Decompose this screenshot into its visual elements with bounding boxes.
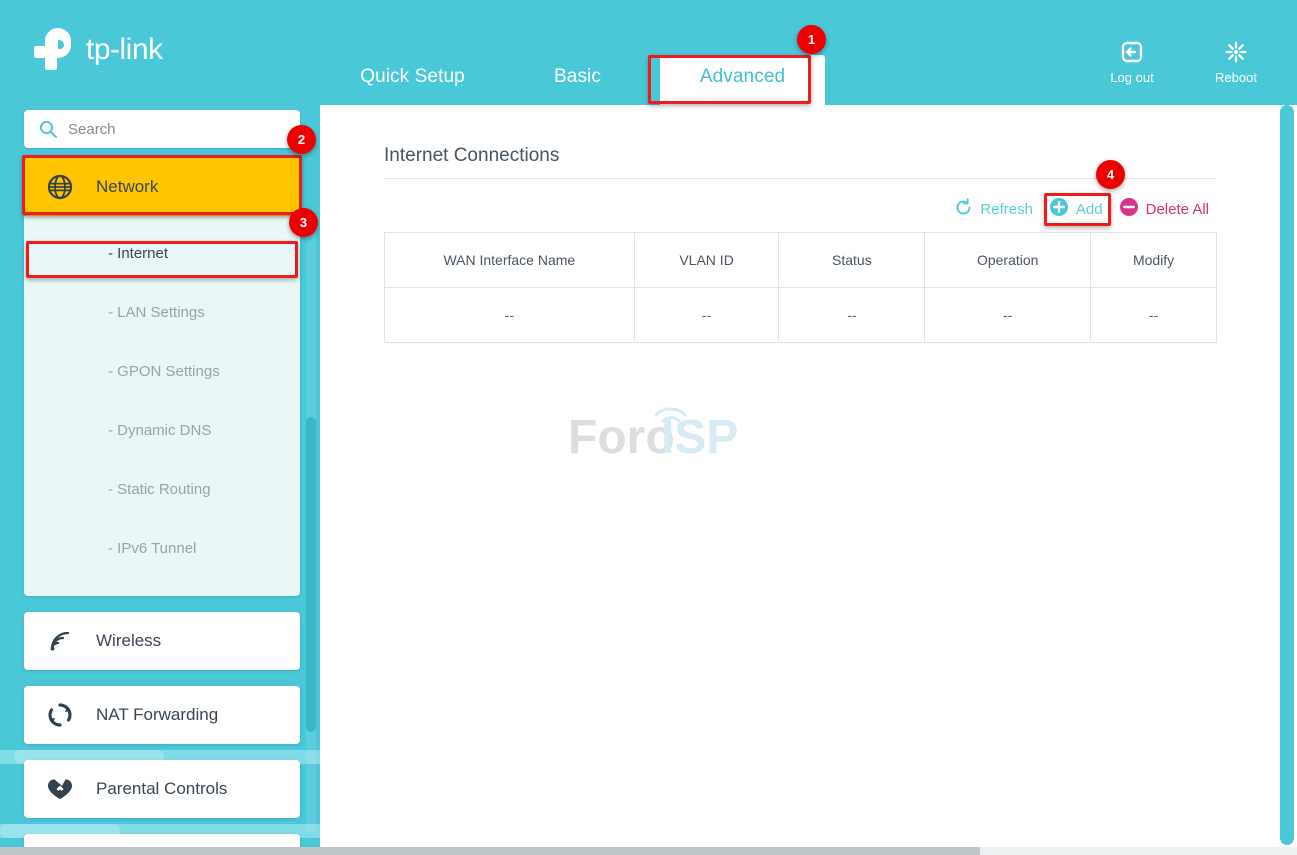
search-box[interactable] xyxy=(24,110,300,148)
sidebar-subitem-ipv6-tunnel-label: - IPv6 Tunnel xyxy=(108,540,196,557)
tab-basic[interactable]: Basic xyxy=(495,55,660,105)
logout-button[interactable]: Log out xyxy=(1101,38,1163,85)
column-header-wan-interface-name: WAN Interface Name xyxy=(385,233,635,288)
title-divider xyxy=(384,178,1217,179)
globe-icon xyxy=(24,174,96,200)
sidebar-item-parental-controls-label: Parental Controls xyxy=(96,779,227,799)
sidebar-subitem-gpon-settings-label: - GPON Settings xyxy=(108,363,220,380)
cell-status: -- xyxy=(779,288,925,343)
page-title: Internet Connections xyxy=(384,145,559,167)
cell-modify: -- xyxy=(1091,288,1217,343)
column-header-modify: Modify xyxy=(1091,233,1217,288)
sidebar-subitem-internet[interactable]: - Internet xyxy=(24,224,300,283)
logout-label: Log out xyxy=(1110,70,1153,85)
tab-advanced[interactable]: Advanced xyxy=(660,55,825,105)
logout-icon xyxy=(1119,38,1145,66)
minus-circle-icon xyxy=(1119,197,1139,221)
svg-text:tp-link: tp-link xyxy=(86,33,164,66)
page-hscrollbar-thumb[interactable] xyxy=(0,847,980,855)
svg-text:ISP: ISP xyxy=(661,411,738,464)
tab-basic-label: Basic xyxy=(554,66,601,87)
page-header: tp-link Quick Setup Basic Advanced xyxy=(0,0,1297,105)
sidebar-subitem-internet-label: - Internet xyxy=(108,245,168,262)
refresh-button[interactable]: Refresh xyxy=(946,196,1041,223)
table-head: WAN Interface Name VLAN ID Status Operat… xyxy=(385,233,1217,288)
tp-link-logo: tp-link xyxy=(28,26,208,72)
heart-icon xyxy=(24,776,96,802)
sidebar-subitem-gpon-settings[interactable]: - GPON Settings xyxy=(24,342,300,401)
table-header-row: WAN Interface Name VLAN ID Status Operat… xyxy=(385,233,1217,288)
search-input[interactable] xyxy=(68,121,268,138)
sidebar-subitem-ipv6-tunnel[interactable]: - IPv6 Tunnel xyxy=(24,519,300,578)
sidebar-scrollbar-thumb[interactable] xyxy=(306,417,316,732)
sidebar-subitem-static-routing-label: - Static Routing xyxy=(108,481,211,498)
reboot-label: Reboot xyxy=(1215,70,1257,85)
internet-connections-table: WAN Interface Name VLAN ID Status Operat… xyxy=(384,232,1217,343)
sidebar-item-wireless-label: Wireless xyxy=(96,631,161,651)
sidebar-subitem-dynamic-dns[interactable]: - Dynamic DNS xyxy=(24,401,300,460)
add-label: Add xyxy=(1076,201,1103,218)
delete-all-button[interactable]: Delete All xyxy=(1111,195,1217,223)
main-content: Internet Connections Refresh xyxy=(320,105,1277,850)
sidebar-menu: Network - Internet - LAN Settings - GPON… xyxy=(24,158,300,855)
table-row: -- -- -- -- -- xyxy=(385,288,1217,343)
column-header-status: Status xyxy=(779,233,925,288)
sidebar-submenu-network: - Internet - LAN Settings - GPON Setting… xyxy=(24,216,300,596)
add-button[interactable]: Add xyxy=(1041,195,1111,223)
sidebar-subitem-dynamic-dns-label: - Dynamic DNS xyxy=(108,422,211,439)
router-admin-page: tp-link Quick Setup Basic Advanced xyxy=(0,0,1297,855)
wifi-signal-icon xyxy=(24,628,96,654)
reboot-icon xyxy=(1223,38,1249,66)
refresh-icon xyxy=(954,198,973,221)
plus-circle-icon xyxy=(1049,197,1069,221)
sidebar-subitem-lan-settings-label: - LAN Settings xyxy=(108,304,205,321)
sidebar-item-wireless[interactable]: Wireless xyxy=(24,612,300,670)
header-actions: Log out Reboot xyxy=(1101,38,1267,85)
sidebar-item-nat-forwarding-label: NAT Forwarding xyxy=(96,705,218,725)
sidebar-subitem-static-routing[interactable]: - Static Routing xyxy=(24,460,300,519)
cell-wan-interface-name: -- xyxy=(385,288,635,343)
refresh-label: Refresh xyxy=(980,201,1033,218)
sidebar-subitem-lan-settings[interactable]: - LAN Settings xyxy=(24,283,300,342)
reboot-button[interactable]: Reboot xyxy=(1205,38,1267,85)
sidebar-item-nat-forwarding[interactable]: NAT Forwarding xyxy=(24,686,300,744)
foroisp-watermark: Foro ISP xyxy=(568,395,768,465)
table-body: -- -- -- -- -- xyxy=(385,288,1217,343)
column-header-operation: Operation xyxy=(925,233,1091,288)
cell-vlan-id: -- xyxy=(634,288,779,343)
table-toolbar: Refresh Add Delete All xyxy=(946,195,1217,223)
page-hscrollbar[interactable] xyxy=(0,847,1297,855)
sidebar-item-network[interactable]: Network xyxy=(24,158,300,216)
page-scrollbar-thumb[interactable] xyxy=(1280,105,1294,845)
main-navigation-tabs: Quick Setup Basic Advanced xyxy=(330,55,825,105)
sidebar: Network - Internet - LAN Settings - GPON… xyxy=(0,105,320,855)
search-icon xyxy=(38,119,58,139)
column-header-vlan-id: VLAN ID xyxy=(634,233,779,288)
cell-operation: -- xyxy=(925,288,1091,343)
page-scrollbar[interactable] xyxy=(1277,105,1297,855)
tab-quick-setup[interactable]: Quick Setup xyxy=(330,55,495,105)
tab-advanced-label: Advanced xyxy=(700,66,785,87)
tab-quick-setup-label: Quick Setup xyxy=(360,66,465,87)
nat-forwarding-icon xyxy=(24,702,96,728)
svg-text:Foro: Foro xyxy=(568,411,675,464)
sidebar-item-parental-controls[interactable]: Parental Controls xyxy=(24,760,300,818)
sidebar-item-network-label: Network xyxy=(96,177,158,197)
delete-all-label: Delete All xyxy=(1146,201,1209,218)
